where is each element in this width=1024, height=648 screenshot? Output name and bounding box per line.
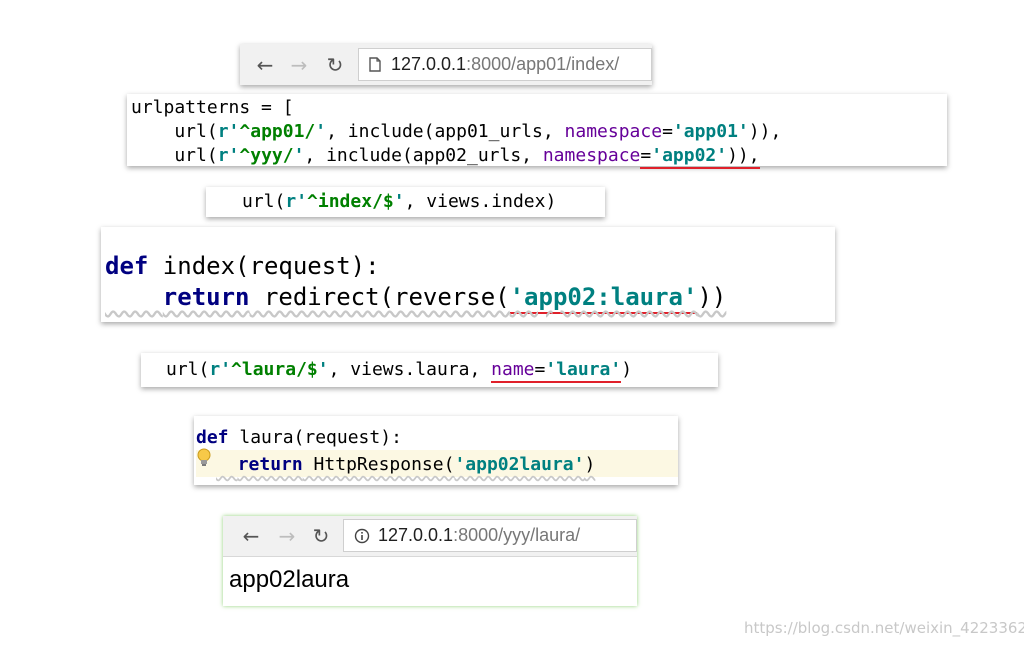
code-line: urlpatterns = [ xyxy=(131,97,294,118)
reload-icon: ↻ xyxy=(326,52,344,77)
arrow-right-icon: → xyxy=(290,52,308,77)
underlined-name: name='laura' xyxy=(491,359,622,383)
underlined-namespace: ='app02')), xyxy=(640,145,760,169)
code-line: return HttpResponse('app02laura') xyxy=(196,448,678,477)
url-host: 127.0.0.1 xyxy=(391,54,467,74)
arrow-left-icon: ← xyxy=(256,52,274,77)
underlined-reverse-arg: 'app02:laura' xyxy=(509,283,698,314)
reload-button[interactable]: ↻ xyxy=(322,44,348,85)
arrow-left-icon: ← xyxy=(242,524,260,548)
forward-button[interactable]: → xyxy=(275,516,299,556)
code-snippet-index-view: def index(request): return redirect(reve… xyxy=(101,227,835,322)
address-bar[interactable]: 127.0.0.1:8000/yyy/laura/ xyxy=(343,519,637,552)
code-snippet-index-url: url(r'^index/$', views.index) xyxy=(206,187,605,217)
code-line: return redirect(reverse('app02:laura')) xyxy=(105,282,835,314)
browser-window-result: ← → ↻ 127.0.0.1:8000/yyy/laura/ app02lau… xyxy=(223,516,637,606)
reload-icon: ↻ xyxy=(312,524,330,548)
url-path: :8000/app01/index/ xyxy=(466,54,620,74)
lightbulb-icon[interactable] xyxy=(196,448,216,475)
url-path: :8000/yyy/laura/ xyxy=(453,525,581,545)
browser-toolbar-bottom: ← → ↻ 127.0.0.1:8000/yyy/laura/ xyxy=(223,516,637,557)
code-line: def laura(request): xyxy=(196,427,402,448)
code-snippet-laura-view: def laura(request): return HttpResponse(… xyxy=(194,416,678,485)
code-snippet-laura-url: url(r'^laura/$', views.laura, name='laur… xyxy=(141,353,718,387)
back-button[interactable]: ← xyxy=(252,44,278,85)
browser-toolbar-top: ← → ↻ 127.0.0.1:8000/app01/index/ xyxy=(240,44,652,85)
code-snippet-urlpatterns: urlpatterns = [ url(r'^app01/', include(… xyxy=(127,94,947,169)
code-line: url(r'^app01/', include(app01_urls, name… xyxy=(131,121,782,142)
reload-button[interactable]: ↻ xyxy=(309,516,333,556)
info-icon xyxy=(354,528,370,543)
address-bar[interactable]: 127.0.0.1:8000/app01/index/ xyxy=(358,48,652,81)
watermark: https://blog.csdn.net/weixin_42233629 xyxy=(744,619,1024,637)
code-line: def index(request): xyxy=(105,252,380,280)
arrow-right-icon: → xyxy=(278,524,296,548)
code-line: url(r'^yyy/', include(app02_urls, namesp… xyxy=(131,144,947,169)
page-response-text: app02laura xyxy=(229,566,350,593)
forward-button[interactable]: → xyxy=(286,44,312,85)
back-button[interactable]: ← xyxy=(239,516,263,556)
url-host: 127.0.0.1 xyxy=(378,525,454,545)
document-icon xyxy=(369,57,381,72)
